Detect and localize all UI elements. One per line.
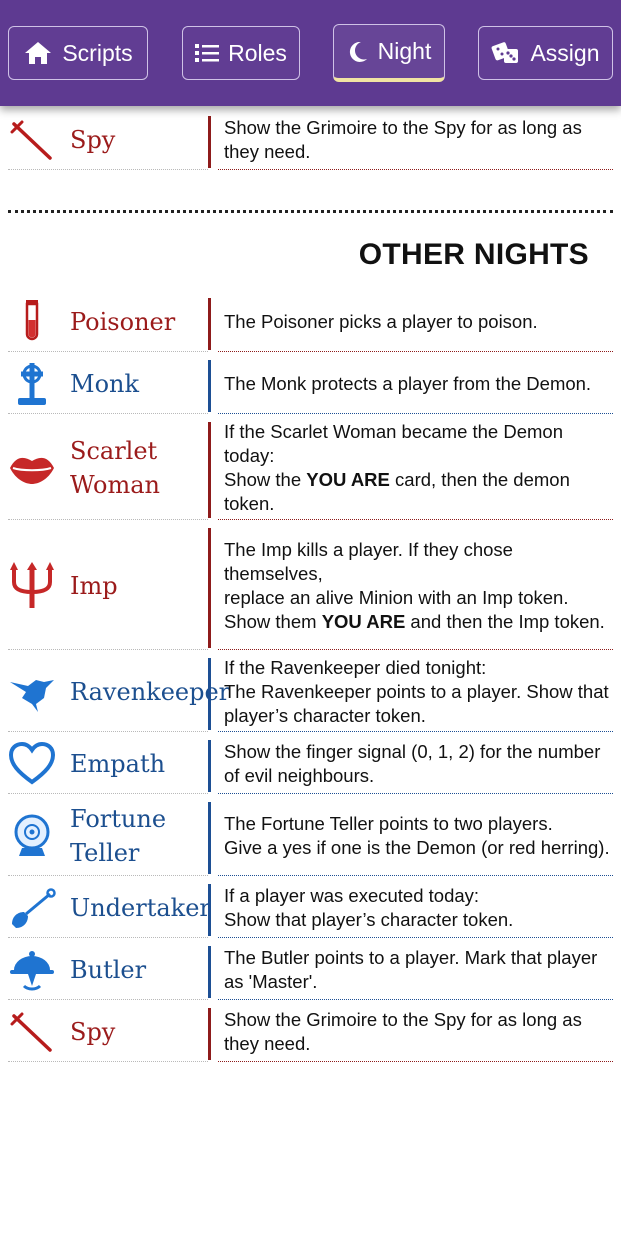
row-separator-right [218,649,613,650]
dagger-icon [8,1008,56,1056]
team-bar [208,946,211,998]
row-separator-left [8,351,208,352]
lips-icon [8,444,56,492]
night-row-spy: Spy Show the Grimoire to the Spy for as … [8,1002,613,1062]
role-name: Imp [70,572,118,600]
trident-icon [8,562,56,610]
row-separator-left [8,413,208,414]
row-separator-left [8,731,208,732]
row-separator-right [218,875,613,876]
row-separator-left [8,169,208,170]
vial-icon [8,298,56,346]
role-reminder-text: If the Ravenkeeper died tonight: The Rave… [224,657,609,726]
roles-tab-button[interactable]: Roles [182,26,300,80]
row-separator-right [218,999,613,1000]
heart-icon [8,740,56,788]
list-icon [195,43,220,63]
scripts-tab-label: Scripts [62,39,133,66]
cloche-icon [8,946,56,994]
role-reminder-text: If a player was executed today: Show that… [224,885,514,930]
dice-icon [491,40,521,66]
team-bar [208,658,211,730]
scripts-tab-button[interactable]: Scripts [8,26,148,80]
role-name: Monk [70,370,140,398]
role-reminder-text: The Fortune Teller points to two players… [224,813,610,858]
role-reminder-text: The Monk protects a player from the Demo… [224,373,592,394]
night-row-monk: Monk The Monk protects a player from the… [8,354,613,414]
row-separator-right [218,169,613,170]
role-name: Undertaker [70,894,211,922]
grave-cross-icon [8,360,56,408]
role-name: Poisoner [70,308,176,336]
night-row-scarlet-woman: Scarlet Woman If the Scarlet Woman becam… [8,416,613,520]
role-name: Fortune Teller [70,805,167,867]
team-bar [208,116,211,168]
raven-icon [8,668,56,716]
team-bar [208,740,211,792]
role-name: Ravenkeeper [70,678,231,706]
night-row-fortune-teller: Fortune Teller The Fortune Teller points… [8,796,613,876]
team-bar [208,884,211,936]
moon-icon [347,40,369,64]
team-bar [208,360,211,412]
row-separator-left [8,519,208,520]
night-row-ravenkeeper: Ravenkeeper If the Ravenkeeper died toni… [8,652,613,732]
night-row-empath: Empath Show the finger signal (0, 1, 2) … [8,734,613,794]
night-tab-button[interactable]: Night [333,24,445,82]
row-separator-left [8,999,208,1000]
night-row-poisoner: Poisoner The Poisoner picks a player to … [8,292,613,352]
assign-tab-button[interactable]: Assign [478,26,613,80]
team-bar [208,1008,211,1060]
roles-tab-label: Roles [228,39,287,66]
row-separator-left [8,1061,208,1062]
shovel-icon [8,884,56,932]
crystal-ball-icon [8,812,56,860]
role-reminder-text: The Imp kills a player. If they chose th… [224,539,605,632]
role-reminder-text: The Poisoner picks a player to poison. [224,311,538,332]
role-name: Spy [70,126,116,154]
row-separator-left [8,875,208,876]
team-bar [208,528,211,648]
role-name: Butler [70,956,147,984]
row-separator-right [218,519,613,520]
row-separator-right [218,793,613,794]
night-tab-label: Night [377,38,432,64]
role-reminder-text: Show the Grimoire to the Spy for as long… [224,1009,582,1054]
row-separator-right [218,351,613,352]
team-bar [208,298,211,350]
top-nav-bar: Scripts Roles Night Assign [0,0,621,106]
team-bar [208,802,211,874]
role-reminder-text: If the Scarlet Woman became the Demon to… [224,421,570,514]
role-name: Scarlet Woman [70,437,161,499]
role-name: Spy [70,1018,116,1046]
first-night-row-spy: Spy Show the Grimoire to the Spy for as … [8,110,613,170]
section-divider [8,210,613,213]
role-reminder-text: The Butler points to a player. Mark that… [224,947,598,992]
role-name: Empath [70,750,166,778]
row-separator-left [8,937,208,938]
row-separator-right [218,937,613,938]
row-separator-left [8,649,208,650]
night-row-imp: Imp The Imp kills a player. If they chos… [8,522,613,650]
dagger-icon [8,116,56,164]
row-separator-left [8,793,208,794]
assign-tab-label: Assign [530,39,600,66]
night-row-undertaker: Undertaker If a player was executed toda… [8,878,613,938]
team-bar [208,422,211,518]
night-row-butler: Butler The Butler points to a player. Ma… [8,940,613,1000]
row-separator-right [218,413,613,414]
role-reminder-text: Show the Grimoire to the Spy for as long… [224,117,582,162]
row-separator-right [218,731,613,732]
home-icon [23,40,53,66]
section-title: OTHER NIGHTS [358,238,589,271]
role-reminder-text: Show the finger signal (0, 1, 2) for the… [224,741,601,786]
row-separator-right [218,1061,613,1062]
